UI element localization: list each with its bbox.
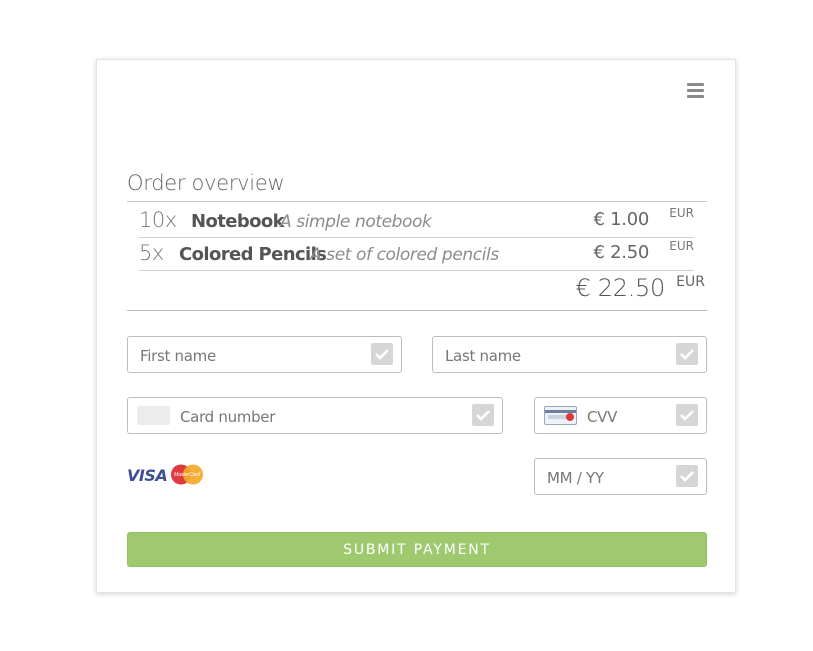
divider — [127, 201, 707, 202]
cvv-placeholder: CVV — [587, 408, 618, 426]
divider — [139, 270, 694, 271]
card-number-placeholder: Card number — [180, 408, 276, 426]
order-item: 10x Notebook A simple notebook € 1.00 EU… — [139, 206, 694, 238]
cvv-field[interactable]: CVV — [534, 397, 707, 434]
item-price: € 1.00 — [593, 209, 650, 230]
order-item: 5x Colored Pencils A set of colored penc… — [139, 239, 694, 271]
divider — [127, 310, 707, 311]
expiry-placeholder: MM / YY — [547, 469, 604, 487]
check-icon — [676, 404, 698, 426]
check-icon — [371, 343, 393, 365]
card-placeholder-icon — [137, 406, 170, 425]
mastercard-logo: MasterCard — [171, 464, 203, 485]
check-icon — [676, 465, 698, 487]
divider — [139, 237, 694, 238]
check-icon — [472, 404, 494, 426]
first-name-field[interactable]: First name — [127, 336, 402, 373]
item-quantity: 5x — [139, 241, 164, 265]
visa-logo: VISA — [127, 466, 168, 485]
svg-text:MasterCard: MasterCard — [174, 472, 200, 478]
item-price: € 2.50 — [593, 242, 650, 263]
item-description: A simple notebook — [280, 212, 432, 232]
item-currency: EUR — [669, 206, 694, 220]
order-total: € 22.50 — [575, 274, 665, 302]
order-overview-title: Order overview — [127, 171, 285, 195]
item-currency: EUR — [669, 239, 694, 253]
submit-payment-button[interactable]: SUBMIT PAYMENT — [127, 532, 707, 567]
last-name-field[interactable]: Last name — [432, 336, 707, 373]
payment-card: Order overview 10x Notebook A simple not… — [96, 59, 736, 593]
card-number-field[interactable]: Card number — [127, 397, 503, 434]
check-icon — [676, 343, 698, 365]
item-description: A set of colored pencils — [310, 245, 499, 265]
first-name-placeholder: First name — [140, 347, 216, 365]
cvv-card-icon — [544, 406, 577, 425]
item-name: Colored Pencils — [179, 244, 327, 265]
expiry-field[interactable]: MM / YY — [534, 458, 707, 495]
menu-icon[interactable] — [687, 83, 704, 99]
last-name-placeholder: Last name — [445, 347, 521, 365]
item-quantity: 10x — [139, 208, 177, 232]
item-name: Notebook — [191, 211, 285, 232]
order-total-currency: EUR — [676, 274, 705, 290]
